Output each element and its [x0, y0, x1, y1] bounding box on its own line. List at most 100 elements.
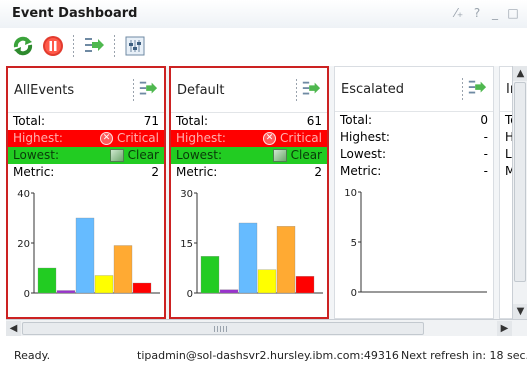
total-value: 0 [480, 113, 488, 127]
highest-value: Critical [117, 131, 159, 145]
minimize-icon[interactable]: _ [489, 6, 501, 20]
y-tick-label: 0 [24, 289, 30, 300]
window-title: Event Dashboard [12, 6, 138, 21]
total-row: Total: 61 [171, 113, 327, 130]
lowest-value: Clear [127, 148, 159, 162]
clear-icon [272, 149, 287, 162]
lowest-label: Lowest: [176, 148, 223, 162]
highest-label: Highest: [340, 130, 390, 144]
toolbar-separator [114, 35, 115, 57]
total-row: Total: 71 [8, 113, 164, 130]
scroll-down-icon[interactable]: ▼ [513, 304, 527, 319]
status-text: Ready. [14, 349, 51, 362]
panel-header: Default [171, 68, 327, 113]
chart-bar [200, 256, 220, 294]
help-icon[interactable]: ? [471, 6, 483, 20]
toolbar-separator [73, 35, 74, 57]
lowest-row: Lowest: Clear [171, 147, 327, 164]
total-label: Total: [13, 114, 46, 128]
chart-bar [94, 275, 114, 294]
highest-value: - [483, 130, 488, 144]
metric-value: 2 [314, 165, 322, 179]
scroll-grip-icon [214, 326, 228, 332]
lowest-value: Clear [290, 148, 322, 162]
highest-label: Highest: [13, 131, 63, 145]
drill-down-icon[interactable] [138, 79, 158, 99]
highest-row: Highest: ✕ Critical [8, 130, 164, 147]
y-tick-label: 20 [17, 239, 30, 250]
vertical-scrollbar[interactable]: ▲ ▼ [512, 66, 527, 319]
scroll-up-icon[interactable]: ▲ [513, 66, 527, 81]
filter-settings-icon [125, 36, 145, 56]
chart-bar [37, 267, 57, 294]
drill-down-icon [85, 38, 104, 52]
refresh-icon [13, 36, 33, 56]
maximize-icon[interactable]: □ [507, 6, 519, 20]
total-value: 71 [143, 114, 159, 128]
y-tick-label: 0 [187, 289, 193, 300]
panel-title: AllEvents [14, 83, 75, 98]
panel-default[interactable]: Default Total: 61 Highest: ✕ Critical Lowes… [169, 66, 329, 319]
scroll-left-icon[interactable]: ◀ [6, 321, 21, 336]
metric-row: Metric: - [335, 163, 493, 180]
refresh-countdown: Next refresh in: 18 sec. [401, 349, 527, 362]
panel-separator [296, 79, 297, 101]
metric-row: Metric: 2 [8, 164, 164, 181]
y-tick-label: 10 [344, 188, 357, 199]
y-tick-label: 30 [180, 189, 193, 200]
filter-settings-button[interactable] [122, 33, 148, 59]
severity-chart: 0 5 10 [335, 184, 491, 314]
horizontal-scroll-thumb[interactable] [22, 322, 424, 335]
metric-value: - [483, 164, 488, 178]
metric-label: Metric: [176, 165, 218, 179]
metric-label: Metric: [13, 165, 55, 179]
drill-down-icon[interactable] [467, 78, 487, 98]
chart-bar [132, 282, 152, 294]
bar-chart-svg: 0 15 30 [180, 189, 323, 300]
total-label: Total: [176, 114, 209, 128]
y-tick-label: 40 [17, 189, 30, 200]
highest-value: Critical [280, 131, 322, 145]
panel-allevents[interactable]: AllEvents Total: 71 Highest: ✕ Critical Low… [6, 66, 166, 319]
highest-row: Highest: - [335, 129, 493, 146]
chart-bar [113, 245, 133, 294]
panel-escalated[interactable]: Escalated Total: 0 Highest: - Lowest: - Met… [334, 66, 494, 319]
dashboard-content: AllEvents Total: 71 Highest: ✕ Critical Low… [6, 66, 527, 319]
chart-bar [75, 217, 95, 294]
stop-button[interactable] [40, 33, 66, 59]
panel-header: AllEvents [8, 68, 164, 113]
window-controls: ⁄₊ ? _ □ [453, 6, 519, 20]
chart-bar [238, 222, 258, 294]
vertical-scroll-thumb[interactable] [514, 82, 526, 282]
chart-bar [276, 226, 296, 294]
horizontal-scrollbar[interactable]: ◀ ▶ [6, 319, 527, 336]
stop-icon [43, 36, 63, 56]
lowest-row: Lowest: - [335, 146, 493, 163]
metric-value: 2 [151, 165, 159, 179]
total-row: Total: 0 [335, 112, 493, 129]
chart-bar [257, 269, 277, 294]
y-tick-label: 15 [180, 239, 193, 250]
lowest-label: Lowest: [13, 148, 60, 162]
lowest-value: - [483, 147, 488, 161]
total-label: Total: [340, 113, 373, 127]
y-tick-label: 5 [351, 238, 357, 249]
chart-bar [219, 289, 239, 294]
refresh-button[interactable] [10, 33, 36, 59]
panel-title: Default [177, 83, 225, 98]
clear-icon [109, 149, 124, 162]
panel-separator [133, 79, 134, 101]
drill-down-icon[interactable] [301, 79, 321, 99]
y-tick-label: 0 [351, 288, 357, 299]
title-bar: Event Dashboard ⁄₊ ? _ □ [0, 0, 527, 28]
bar-chart-svg: 0 5 10 [344, 188, 487, 299]
scroll-right-icon[interactable]: ▶ [497, 321, 512, 336]
chart-bar [295, 276, 315, 294]
drill-down-button[interactable] [81, 33, 107, 59]
critical-icon: ✕ [100, 132, 114, 145]
edit-icon[interactable]: ⁄₊ [453, 6, 465, 20]
panel-separator [462, 78, 463, 100]
metric-label: Metric: [340, 164, 382, 178]
connection-info: tipadmin@sol-dashsvr2.hursley.ibm.com:49… [137, 349, 399, 362]
lowest-row: Lowest: Clear [8, 147, 164, 164]
